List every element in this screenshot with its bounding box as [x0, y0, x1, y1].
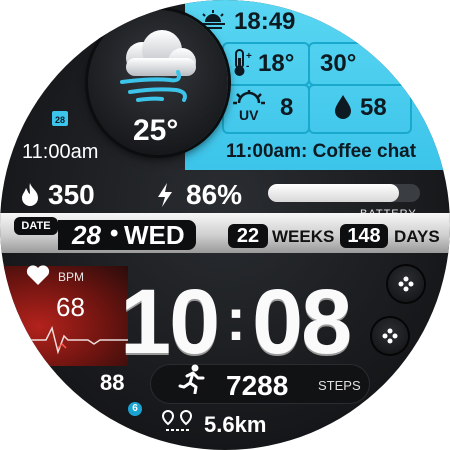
event-text: 11:00am: Coffee chat: [226, 141, 417, 162]
calories-value: 350: [48, 179, 95, 210]
bpm-label: BPM: [58, 270, 85, 284]
max-temp: 30°: [320, 50, 357, 77]
calendar-icon: 28: [52, 110, 68, 131]
lightning-icon: [155, 182, 175, 213]
clock-hours: 10: [120, 271, 220, 373]
battery-percent: 86%: [186, 179, 243, 210]
wind-cloud-icon: [112, 28, 204, 113]
notification-badge: 6: [128, 402, 142, 416]
thermometer-icon: + -: [228, 48, 254, 83]
running-person-icon: [178, 364, 206, 399]
date-label-pill: DATE: [14, 217, 58, 235]
uv-icon: UV: [232, 89, 266, 128]
battery-bar-track: [268, 184, 420, 202]
weather-temperature: 25°: [133, 114, 179, 147]
dots-icon: [398, 276, 414, 297]
battery-bar-fill: [268, 184, 399, 202]
date-weekday: WED: [124, 220, 185, 250]
days-value-pill: 148: [340, 224, 388, 248]
weeks-label: WEEKS: [272, 227, 335, 246]
humidity-drop-icon: [334, 94, 352, 125]
complication-button-top[interactable]: [388, 266, 424, 302]
distance-pin-icon: [161, 409, 194, 439]
activity-value: 88: [100, 370, 125, 395]
clock-minutes: 08: [252, 271, 352, 373]
heart-icon: [26, 264, 50, 291]
date-day-number: 28: [72, 220, 101, 250]
ecg-line-icon: [28, 318, 128, 363]
sunset-time: 18:49: [234, 8, 296, 35]
humidity-value: 58: [360, 94, 387, 121]
watch-face: 18:49 + - 18° 30° UV 8 58 11:00am: Coffe…: [0, 0, 450, 450]
clock-colon: :: [226, 286, 246, 353]
steps-value: 7288: [226, 370, 289, 401]
event-time: 11:00am: [22, 141, 99, 163]
calendar-day: 28: [55, 115, 65, 125]
bpm-value: 68: [56, 292, 85, 322]
uv-index: 8: [280, 94, 294, 121]
flame-icon: [18, 182, 42, 213]
dots-icon: [382, 328, 398, 349]
svg-text:UV: UV: [239, 107, 259, 123]
steps-label: STEPS: [318, 378, 361, 393]
thermometer-temp: 18°: [258, 50, 295, 77]
date-separator: •: [110, 220, 119, 247]
days-label: DAYS: [394, 227, 440, 246]
svg-text:-: -: [246, 61, 249, 72]
complication-button-bottom[interactable]: [372, 318, 408, 354]
distance-value: 5.6km: [204, 412, 267, 437]
weeks-value-pill: 22: [228, 224, 268, 248]
